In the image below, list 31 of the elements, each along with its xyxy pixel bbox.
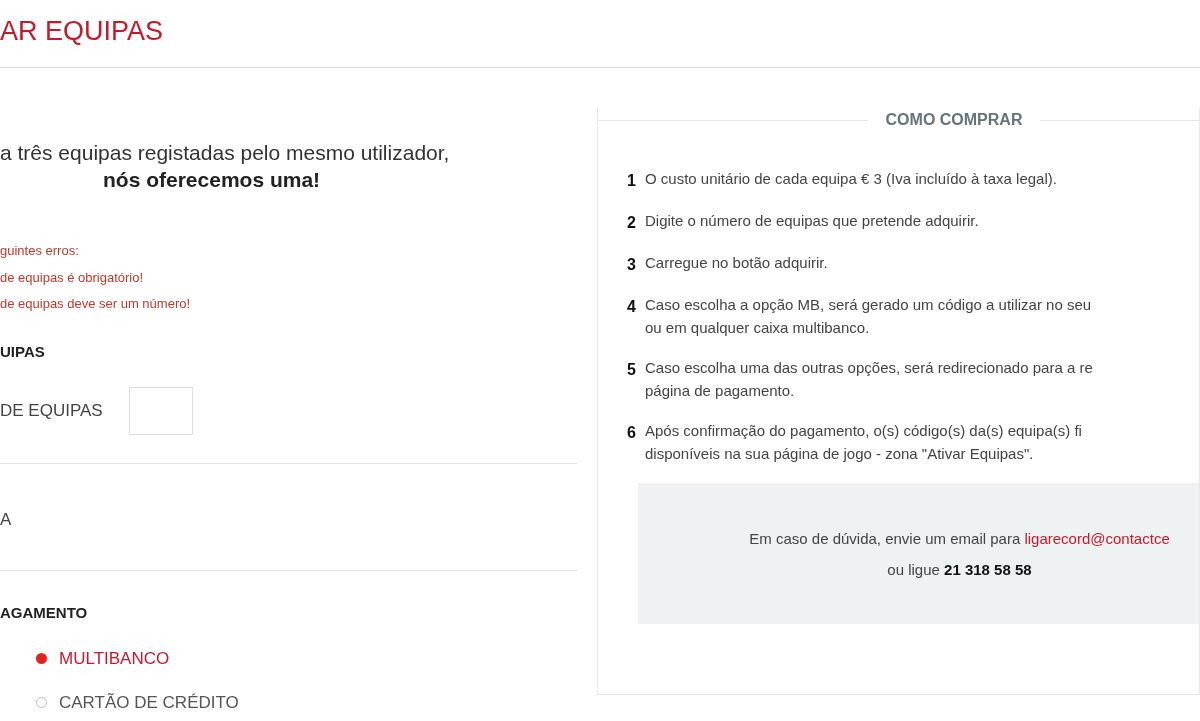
section-heading: AGAMENTO xyxy=(0,602,89,623)
phone-text: ou ligue 21 318 58 58 xyxy=(887,559,1032,580)
quantity-input[interactable] xyxy=(128,386,193,435)
step-text: Digite o número de equipas que pretende adquirir. xyxy=(645,211,979,231)
step-number: 3 xyxy=(627,255,637,275)
intro-text: a três equipas registadas pelo mesmo utilizador, xyxy=(0,140,451,166)
error-message: de equipas deve ser um número! xyxy=(0,295,192,313)
quantity-label: DE EQUIPAS xyxy=(0,399,103,422)
option-label: CARTÃO DE CRÉDITO xyxy=(59,692,239,713)
step-number: 6 xyxy=(627,423,637,443)
section-label: A xyxy=(0,509,12,529)
step-number: 1 xyxy=(627,171,637,191)
step-number: 2 xyxy=(627,213,637,233)
step-number: 5 xyxy=(627,360,637,380)
step-text: O custo unitário de cada equipa € 3 (Iva incluído à taxa legal). xyxy=(645,169,1057,189)
section-heading: UIPAS xyxy=(0,341,46,362)
offer-text: nós oferecemos uma! xyxy=(102,167,322,193)
step-text: Carregue no botão adquirir. xyxy=(645,253,828,273)
help-text: Em caso de dúvida, envie um email para ligarecord@contactce xyxy=(749,528,1170,549)
page-title: AR EQUIPAS xyxy=(0,18,164,48)
step-text: Caso escolha uma das outras opções, será redirecionado para a re página de pagamento. xyxy=(645,358,1093,401)
panel-title: COMO COMPRAR xyxy=(885,110,1023,130)
radio-button[interactable] xyxy=(36,653,47,664)
step-text: Caso escolha a opção MB, será gerado um código a utilizar no seu ou em qualquer caixa multibanco. xyxy=(645,295,1092,338)
error-message: de equipas é obrigatório! xyxy=(0,268,145,287)
radio-button[interactable] xyxy=(36,697,47,708)
error-message: guintes erros: xyxy=(0,242,80,260)
email-link[interactable]: ligarecord@contactce xyxy=(1024,529,1170,547)
step-number: 4 xyxy=(627,297,637,317)
option-label: MULTIBANCO xyxy=(59,648,170,669)
step-text: Após confirmação do pagamento, o(s) código(s) da(s) equipa(s) fi disponíveis na sua página de jogo - zona "Ativar Equipas". xyxy=(645,421,1082,464)
